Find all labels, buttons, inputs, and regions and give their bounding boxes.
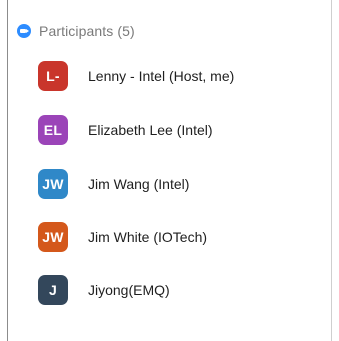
panel-left-border [7, 0, 8, 341]
zoom-logo-icon [17, 24, 31, 38]
participant-row[interactable]: J Jiyong(EMQ) [38, 274, 318, 306]
avatar: EL [38, 115, 68, 145]
participant-name: Lenny - Intel (Host, me) [88, 68, 235, 84]
avatar: L- [38, 61, 68, 91]
panel-right-border [331, 0, 332, 341]
participant-row[interactable]: JW Jim Wang (Intel) [38, 168, 318, 200]
participant-name: Jim Wang (Intel) [88, 176, 190, 192]
participant-row[interactable]: EL Elizabeth Lee (Intel) [38, 114, 318, 146]
avatar: JW [38, 169, 68, 199]
participant-name: Jiyong(EMQ) [88, 282, 170, 298]
panel-title: Participants (5) [39, 23, 135, 39]
panel-header: Participants (5) [17, 20, 135, 42]
participant-row[interactable]: JW Jim White (IOTech) [38, 221, 318, 253]
participant-row[interactable]: L- Lenny - Intel (Host, me) [38, 60, 318, 92]
participants-panel: Participants (5) L- Lenny - Intel (Host,… [0, 0, 339, 341]
avatar: JW [38, 222, 68, 252]
participant-name: Elizabeth Lee (Intel) [88, 122, 213, 138]
participant-name: Jim White (IOTech) [88, 229, 208, 245]
avatar: J [38, 275, 68, 305]
